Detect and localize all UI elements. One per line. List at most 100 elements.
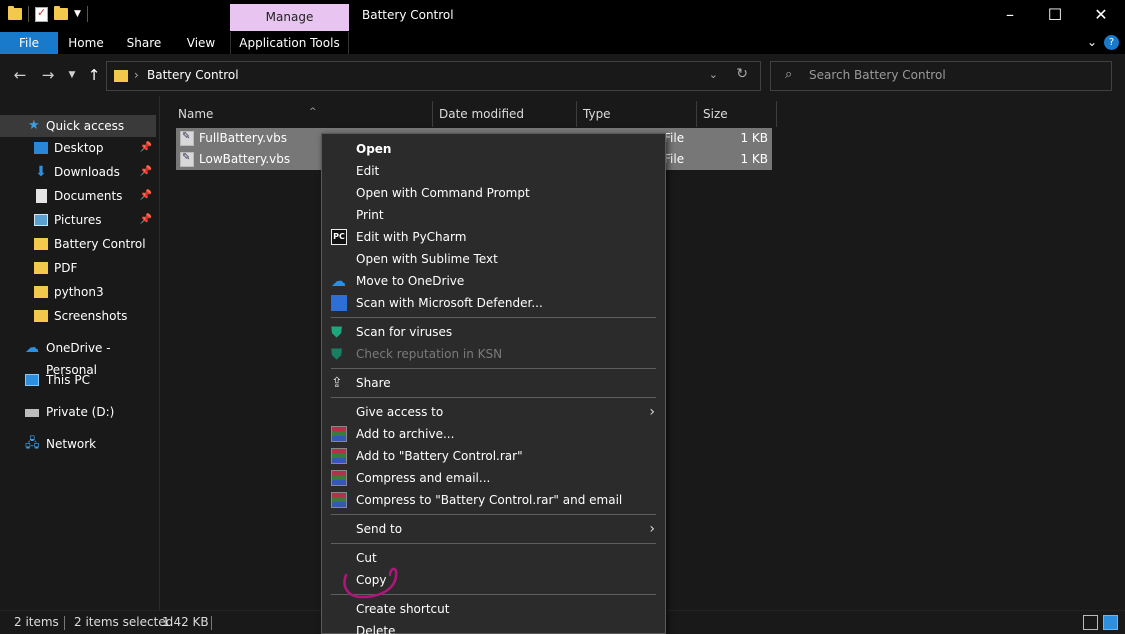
menu-item-label: Compress to "Battery Control.rar" and em… <box>356 493 623 507</box>
sidebar-item-pictures[interactable]: Pictures 📌 <box>0 209 156 231</box>
menu-item-print[interactable]: Print <box>322 204 665 226</box>
sidebar-item-label: PDF <box>54 261 78 275</box>
sidebar-item-label: Battery Control <box>54 237 146 251</box>
menu-item-label: Move to OneDrive <box>356 274 465 288</box>
chevron-right-icon: › <box>649 521 655 537</box>
sidebar-item-onedrive[interactable]: ☁ OneDrive - Personal <box>0 337 156 377</box>
properties-icon[interactable] <box>35 6 48 22</box>
new-folder-icon[interactable] <box>54 6 68 20</box>
navigation-pane: ★ Quick access Desktop 📌 ⬇ Downloads 📌 D… <box>0 96 160 610</box>
sidebar-item-this-pc[interactable]: This PC <box>0 369 156 391</box>
divider <box>86 6 88 22</box>
menu-item-check-reputation: ⛊ Check reputation in KSN <box>322 343 665 365</box>
sidebar-item-quick-access[interactable]: ★ Quick access <box>0 115 156 137</box>
tab-share[interactable]: Share <box>120 32 168 54</box>
drive-icon <box>25 409 39 417</box>
divider <box>64 616 65 630</box>
menu-item-cut[interactable]: Cut <box>322 547 665 569</box>
kaspersky-icon: ⛊ <box>331 345 343 363</box>
menu-item-add-rar[interactable]: Add to "Battery Control.rar" <box>322 445 665 467</box>
menu-item-label: Edit <box>356 164 380 178</box>
menu-item-label: Add to "Battery Control.rar" <box>356 449 523 463</box>
menu-item-send-to[interactable]: Send to › <box>322 518 665 540</box>
menu-item-open-sublime[interactable]: Open with Sublime Text <box>322 248 665 270</box>
column-header-name[interactable]: Name ^ <box>173 101 433 127</box>
menu-item-compress-email[interactable]: Compress and email... <box>322 467 665 489</box>
menu-item-create-shortcut[interactable]: Create shortcut <box>322 598 665 620</box>
refresh-icon[interactable]: ↻ <box>736 66 748 82</box>
tab-file[interactable]: File <box>0 32 58 54</box>
breadcrumb[interactable]: Battery Control <box>147 68 239 82</box>
help-icon[interactable]: ? <box>1104 35 1119 50</box>
menu-item-edit-pycharm[interactable]: PC Edit with PyCharm <box>322 226 665 248</box>
navigation-bar: ← → ▼ ↑ › Battery Control ⌄ ↻ ⌕ <box>0 54 1125 96</box>
tab-view[interactable]: View <box>178 32 224 54</box>
chevron-down-icon[interactable]: ⌄ <box>709 68 718 81</box>
sidebar-item-pdf[interactable]: PDF <box>0 257 156 279</box>
column-header-type[interactable]: Type <box>577 101 697 127</box>
sidebar-item-downloads[interactable]: ⬇ Downloads 📌 <box>0 161 156 183</box>
file-size: 1 KB <box>740 131 768 145</box>
search-input[interactable] <box>809 68 1099 82</box>
tab-manage[interactable]: Manage <box>230 4 349 31</box>
sidebar-item-desktop[interactable]: Desktop 📌 <box>0 137 156 159</box>
customize-toolbar-icon[interactable]: ▼ <box>74 9 81 19</box>
up-arrow-icon[interactable]: ↑ <box>84 65 104 85</box>
column-header-size[interactable]: Size <box>697 101 777 127</box>
sidebar-item-label: Desktop <box>54 141 104 155</box>
expand-ribbon-icon[interactable]: ⌄ <box>1087 35 1097 49</box>
pin-icon: 📌 <box>139 190 152 201</box>
menu-item-label: Compress and email... <box>356 471 491 485</box>
menu-item-label: Scan with Microsoft Defender... <box>356 296 543 310</box>
menu-item-give-access[interactable]: Give access to › <box>322 401 665 423</box>
computer-icon <box>25 374 39 386</box>
menu-separator <box>331 594 656 595</box>
folder-icon <box>114 70 128 82</box>
menu-item-edit[interactable]: Edit <box>322 160 665 182</box>
document-icon <box>36 189 47 203</box>
sidebar-item-python3[interactable]: python3 <box>0 281 156 303</box>
tab-application-tools[interactable]: Application Tools <box>230 32 349 54</box>
sidebar-item-label: Network <box>46 437 97 451</box>
menu-item-delete[interactable]: Delete <box>322 620 665 634</box>
pin-icon: 📌 <box>139 214 152 225</box>
menu-item-open-command-prompt[interactable]: Open with Command Prompt <box>322 182 665 204</box>
sidebar-item-battery-control[interactable]: Battery Control <box>0 233 156 255</box>
back-arrow-icon[interactable]: ← <box>10 65 30 85</box>
divider <box>211 616 212 630</box>
sidebar-item-documents[interactable]: Documents 📌 <box>0 185 156 207</box>
minimize-button[interactable]: – <box>987 0 1033 32</box>
sidebar-item-screenshots[interactable]: Screenshots <box>0 305 156 327</box>
desktop-icon <box>34 142 48 154</box>
address-bar[interactable]: › Battery Control ⌄ ↻ <box>106 61 761 91</box>
star-icon: ★ <box>28 118 40 133</box>
column-label: Name <box>178 107 214 121</box>
folder-icon <box>8 6 22 20</box>
menu-item-copy[interactable]: Copy <box>322 569 665 591</box>
menu-separator <box>331 397 656 398</box>
cloud-icon: ☁ <box>25 340 39 356</box>
recent-locations-icon[interactable]: ▼ <box>62 65 82 85</box>
sidebar-item-private-drive[interactable]: Private (D:) <box>0 401 156 423</box>
sidebar-item-label: Quick access <box>46 119 125 133</box>
menu-item-share[interactable]: ⇪ Share <box>322 372 665 394</box>
menu-item-scan-viruses[interactable]: ⛊ Scan for viruses <box>322 321 665 343</box>
menu-item-open[interactable]: Open <box>322 138 665 160</box>
chevron-right-icon[interactable]: › <box>134 68 139 82</box>
menu-item-move-onedrive[interactable]: ☁ Move to OneDrive <box>322 270 665 292</box>
maximize-button[interactable]: ☐ <box>1032 0 1078 32</box>
sidebar-item-network[interactable]: 🖧 Network <box>0 433 156 455</box>
details-view-icon[interactable] <box>1083 615 1098 630</box>
menu-item-compress-rar-email[interactable]: Compress to "Battery Control.rar" and em… <box>322 489 665 511</box>
column-header-date-modified[interactable]: Date modified <box>433 101 577 127</box>
tab-home[interactable]: Home <box>62 32 110 54</box>
menu-item-scan-defender[interactable]: Scan with Microsoft Defender... <box>322 292 665 314</box>
menu-item-add-archive[interactable]: Add to archive... <box>322 423 665 445</box>
menu-item-label: Open <box>356 142 392 156</box>
menu-item-label: Copy <box>356 573 387 587</box>
forward-arrow-icon[interactable]: → <box>38 65 58 85</box>
large-icons-view-icon[interactable] <box>1103 615 1118 630</box>
pycharm-icon: PC <box>331 229 347 245</box>
close-button[interactable]: ✕ <box>1078 0 1124 32</box>
search-box[interactable]: ⌕ <box>770 61 1112 91</box>
